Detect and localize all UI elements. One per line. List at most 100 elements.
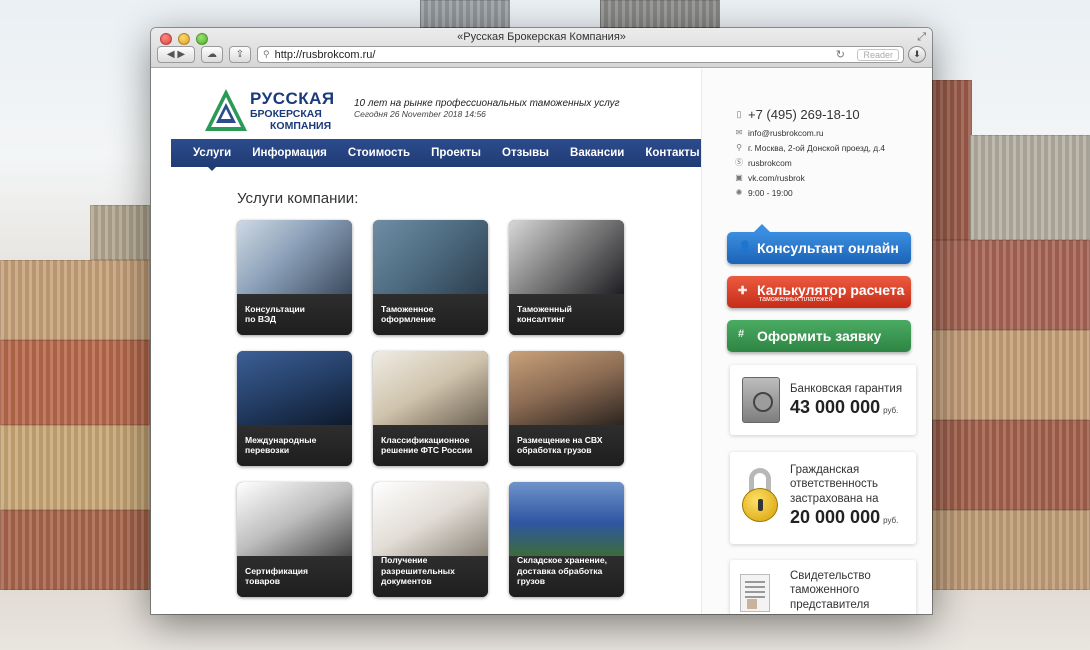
trucks-photo [237,351,352,425]
email-text: info@rusbrokcom.ru [748,127,824,138]
service-tile-ved-consulting[interactable]: Консультации по ВЭД [237,220,352,335]
tile-label-line: Сертификация [245,565,309,576]
tile-label-line: перевозки [245,445,290,456]
browser-window: «Русская Брокерская Компания» ⤢ ◀ ▶ ☁ ⇪ … [151,28,932,614]
contact-vk[interactable]: ▣ vk.com/rusbrok [732,170,885,185]
phone-icon: ▯ [736,108,742,119]
safe-icon [742,377,780,423]
clock-icon: ✺ [735,188,743,197]
order-button[interactable]: # Оформить заявку [727,320,911,352]
tile-label-line: Складское хранение, [517,554,607,565]
tile-label-line: консалтинг [517,314,566,325]
hours-text: 9:00 - 19:00 [748,187,793,198]
logo-triangle-icon [205,89,247,131]
browser-titlebar: «Русская Брокерская Компания» ⤢ ◀ ▶ ☁ ⇪ … [151,28,932,68]
certificates-photo [237,482,352,556]
nav-item-information[interactable]: Информация [252,147,327,159]
url-text: http://rusbrokcom.ru/ [274,48,376,61]
sidebar: ▯ +7 (495) 269-18-10 ✉ info@rusbrokcom.ru … [701,69,932,614]
fullscreen-icon[interactable]: ⤢ [917,31,926,44]
contact-skype[interactable]: Ⓢrusbrokcom [732,155,885,170]
service-tile-customs-consulting[interactable]: Таможенный консалтинг [509,220,624,335]
vk-icon: ▣ [735,173,743,182]
certificate-document-icon [740,574,770,612]
logo-line-3: КОМПАНИЯ [270,119,332,132]
tile-label-line: грузов [517,576,545,587]
contact-email[interactable]: ✉ info@rusbrokcom.ru [732,125,885,140]
contact-hours: ✺ 9:00 - 19:00 [732,185,885,200]
window-title: «Русская Брокерская Компания» [457,31,626,43]
insurance-line: Гражданская [790,464,860,476]
tile-label-line: товаров [245,576,281,587]
address-text: г. Москва, 2-ой Донской проезд, д.4 [748,142,886,153]
main-column: РУССКАЯ БРОКЕРСКАЯ КОМПАНИЯ 10 лет на ры… [151,69,701,614]
tile-label-line: решение ФТС России [381,445,473,456]
services-title: Услуги компании: [237,190,359,207]
calculator-button[interactable]: ✚ Калькулятор расчета таможенных платеже… [727,276,911,308]
contact-phone[interactable]: ▯ +7 (495) 269-18-10 [732,103,885,125]
certificate-card[interactable]: Свидетельство таможенного представителя [730,560,916,614]
address-bar[interactable]: ⚲ http://rusbrokcom.ru/ ↻ Reader [257,46,904,63]
certificate-line: Свидетельство [790,570,871,582]
tile-label-line: обработка грузов [517,445,592,456]
nav-item-contacts[interactable]: Контакты [645,147,699,159]
service-tile-customs-clearance[interactable]: Таможенное оформление [373,220,488,335]
nav-item-reviews[interactable]: Отзывы [502,147,549,159]
tile-label-line: по ВЭД [245,314,277,325]
tile-label-line: Международные [245,434,317,445]
guarantee-label: Банковская гарантия [790,383,903,395]
reload-icon[interactable]: ↻ [836,48,845,61]
tile-label-line: документов [381,576,432,587]
bank-guarantee-card[interactable]: Банковская гарантия 43 000 000 руб. [730,365,916,435]
tile-label-line: Таможенное [381,303,434,314]
back-forward-buttons[interactable]: ◀ ▶ [157,46,195,63]
service-tile-temporary-storage[interactable]: Размещение на СВХ обработка грузов [509,351,624,466]
insurance-line: застрахована на [790,492,879,505]
document-folders-photo [373,351,488,425]
nav-item-services[interactable]: Услуги [193,147,231,171]
certificate-line: представителя [790,598,870,611]
service-tile-classification[interactable]: Классификационное решение ФТС России [373,351,488,466]
skype-icon: Ⓢ [735,158,743,167]
tile-label-line: Размещение на СВХ [517,434,603,445]
currency-label: руб. [883,406,899,416]
nav-item-pricing[interactable]: Стоимость [348,147,410,159]
downloads-icon[interactable]: ⬇ [908,46,926,63]
tile-label-line: доставка обработка [517,565,603,576]
tile-label-line: Консультации [245,303,305,314]
email-icon: ✉ [735,128,743,137]
consultant-pointer [754,224,770,232]
company-logo[interactable]: РУССКАЯ БРОКЕРСКАЯ КОМПАНИЯ [203,87,334,135]
forward-icon[interactable]: ▶ [177,49,185,60]
order-label: Оформить заявку [757,328,882,344]
consultant-label: Консультант онлайн [757,240,899,256]
logo-line-2: БРОКЕРСКАЯ [250,108,322,120]
nav-item-projects[interactable]: Проекты [431,147,481,159]
user-icon: 👤 [738,241,752,253]
main-nav: Услуги Информация Стоимость Проекты Отзы… [171,139,701,171]
signing-document-photo [373,482,488,556]
reader-button[interactable]: Reader [857,49,899,61]
service-tile-certification[interactable]: Сертификация товаров [237,482,352,597]
icloud-icon[interactable]: ☁ [201,46,223,63]
customs-officers-photo [373,220,488,294]
tile-label-line: оформление [381,314,436,325]
nav-item-vacancies[interactable]: Вакансии [570,147,624,159]
contacts-block: ▯ +7 (495) 269-18-10 ✉ info@rusbrokcom.ru … [732,103,885,200]
service-tile-international-transport[interactable]: Международные перевозки [237,351,352,466]
location-pin-icon: ⚲ [736,143,742,152]
tile-label-line: Таможенный [517,303,572,314]
plus-icon: ✚ [738,285,748,297]
back-icon[interactable]: ◀ [167,49,175,60]
web-page: РУССКАЯ БРОКЕРСКАЯ КОМПАНИЯ 10 лет на ры… [151,69,932,614]
service-tile-warehousing[interactable]: Складское хранение, доставка обработка гру… [509,482,624,597]
service-tile-permits[interactable]: Получение разрешительных документов [373,482,488,597]
share-icon[interactable]: ⇪ [229,46,251,63]
current-date: Сегодня 26 November 2018 14:56 [354,109,486,119]
insurance-card[interactable]: Гражданская ответственность застрахована… [730,452,916,544]
calculator-sublabel: таможенных платежей [759,295,833,303]
online-consultant-button[interactable]: 👤 Консультант онлайн [727,232,911,264]
certificate-line: таможенного [790,584,860,597]
site-icon: ⚲ [263,49,270,59]
currency-label: руб. [883,516,899,526]
